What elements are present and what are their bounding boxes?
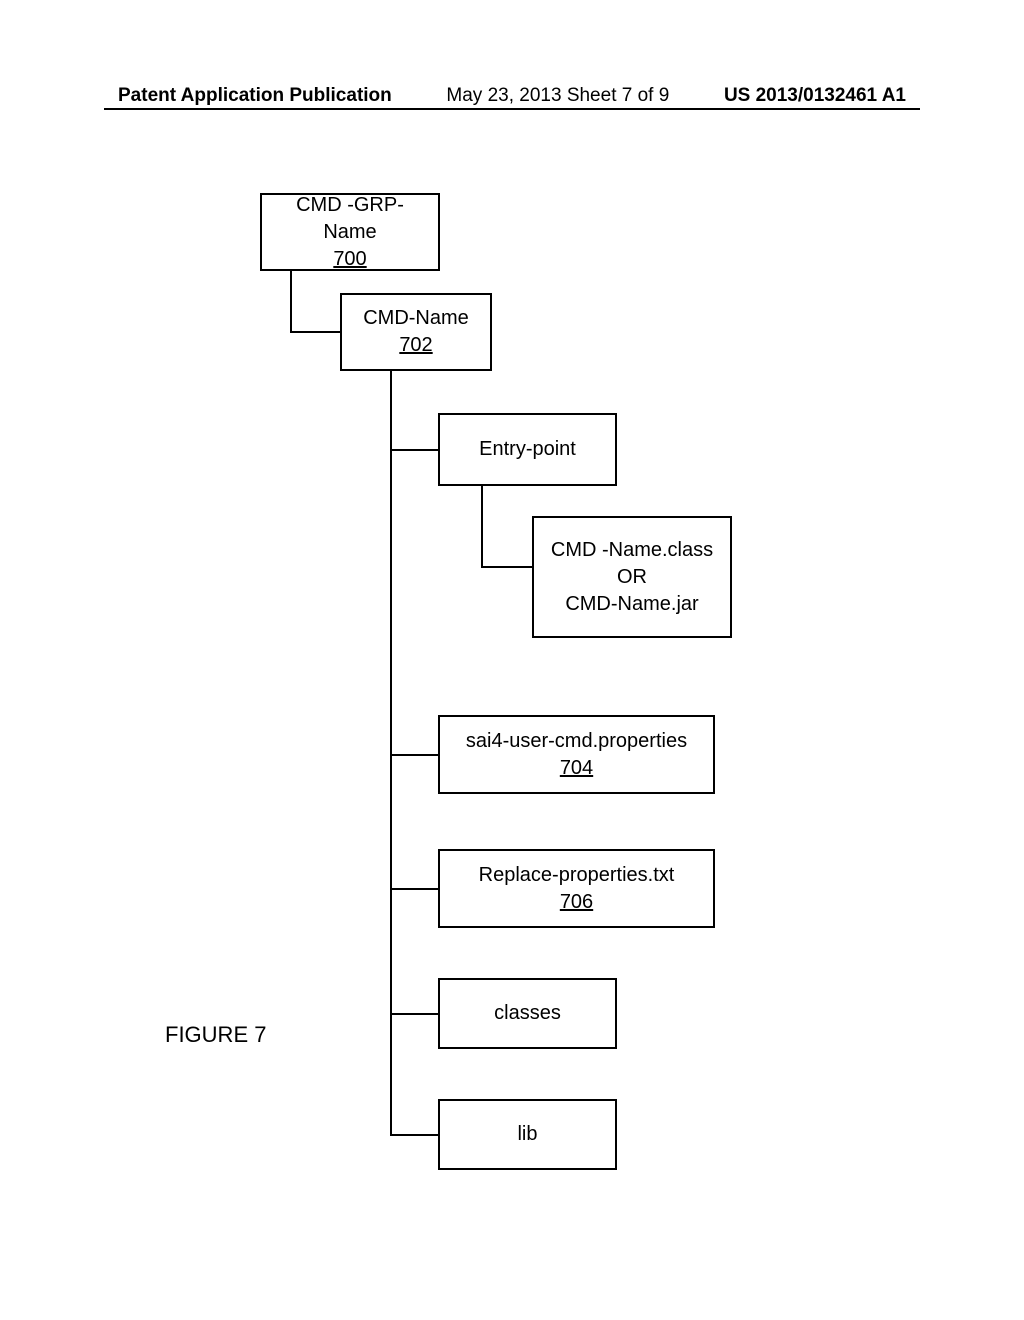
ref-706: 706 [560, 889, 593, 916]
box-class-or-jar: CMD -Name.class OR CMD-Name.jar [532, 516, 732, 638]
ref-704: 704 [560, 755, 593, 782]
ref-700: 700 [333, 246, 366, 273]
box-sai4-properties: sai4-user-cmd.properties 704 [438, 715, 715, 794]
box-cmd-grp-name: CMD -GRP-Name 700 [260, 193, 440, 271]
figure-7-diagram: CMD -GRP-Name 700 CMD-Name 702 Entry-poi… [0, 0, 1024, 1320]
label-classes: classes [494, 1000, 561, 1027]
label-cmd-name: CMD-Name [363, 305, 469, 332]
label-lib: lib [517, 1121, 537, 1148]
ref-702: 702 [399, 332, 432, 359]
label-replace-properties: Replace-properties.txt [479, 862, 675, 889]
figure-label: FIGURE 7 [165, 1022, 266, 1048]
connector-to-entry-point [390, 449, 438, 451]
connector-spine [390, 371, 392, 1134]
label-sai4-properties: sai4-user-cmd.properties [466, 728, 687, 755]
box-cmd-name: CMD-Name 702 [340, 293, 492, 371]
label-cmd-grp-name: CMD -GRP-Name [270, 192, 430, 246]
box-lib: lib [438, 1099, 617, 1170]
connector-v-entry-classjar [481, 486, 483, 568]
box-replace-properties: Replace-properties.txt 706 [438, 849, 715, 928]
connector-to-lib [390, 1134, 438, 1136]
connector-h-700-702 [290, 331, 340, 333]
box-classes: classes [438, 978, 617, 1049]
label-class-or-jar: CMD -Name.class OR CMD-Name.jar [551, 537, 713, 618]
connector-to-replace [390, 888, 438, 890]
label-entry-point: Entry-point [479, 436, 576, 463]
connector-to-sai4 [390, 754, 438, 756]
box-entry-point: Entry-point [438, 413, 617, 486]
connector-h-entry-classjar [481, 566, 532, 568]
connector-v-700-702 [290, 271, 292, 333]
connector-to-classes [390, 1013, 438, 1015]
